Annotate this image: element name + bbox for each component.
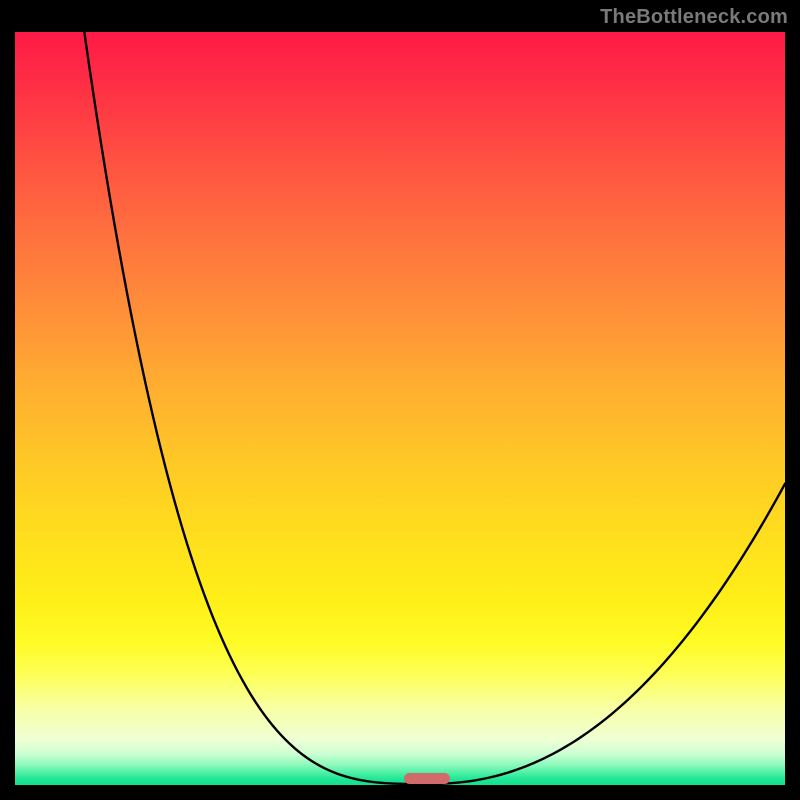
minimum-marker: [404, 773, 450, 784]
outer-frame: TheBottleneck.com: [0, 0, 800, 800]
bottleneck-curve: [15, 32, 785, 785]
plot-area: [15, 32, 785, 785]
watermark-text: TheBottleneck.com: [600, 6, 788, 29]
